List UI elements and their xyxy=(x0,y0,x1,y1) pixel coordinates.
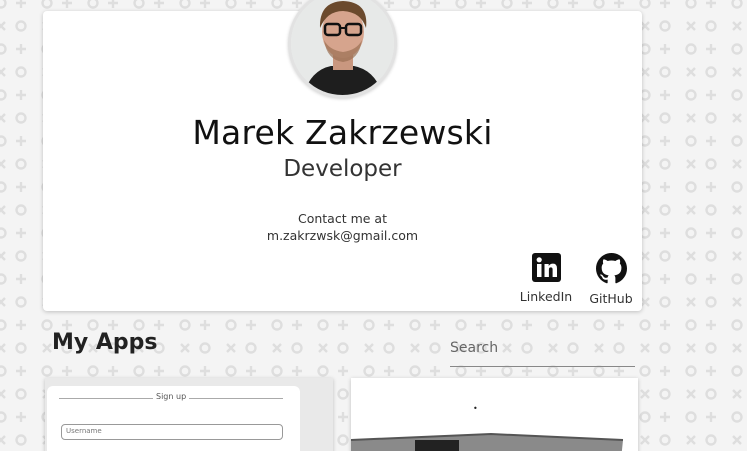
profile-name: Marek Zakrzewski xyxy=(192,113,493,152)
preview-input: Username xyxy=(61,424,283,440)
github-icon xyxy=(584,253,638,287)
contact-block: Contact me at m.zakrzwsk@gmail.com xyxy=(43,210,642,244)
app-card[interactable]: • xyxy=(351,378,638,451)
search-input[interactable] xyxy=(450,330,635,367)
preview-mark: • xyxy=(473,404,478,413)
linkedin-icon xyxy=(515,253,577,285)
profile-role: Developer xyxy=(283,156,402,182)
github-label: GitHub xyxy=(589,291,633,306)
contact-label: Contact me at xyxy=(297,211,387,226)
email-link[interactable]: m.zakrzwsk@gmail.com xyxy=(43,227,642,244)
app-preview-graphic xyxy=(351,432,624,451)
linkedin-label: LinkedIn xyxy=(519,289,573,304)
app-card[interactable]: Sign up Username xyxy=(45,378,333,451)
linkedin-link[interactable]: LinkedIn xyxy=(515,253,577,304)
github-link[interactable]: GitHub xyxy=(584,253,638,306)
preview-input-placeholder: Username xyxy=(66,427,102,435)
apps-section-title: My Apps xyxy=(52,330,158,355)
app-preview: Sign up Username xyxy=(47,386,300,451)
preview-heading: Sign up xyxy=(153,392,190,401)
